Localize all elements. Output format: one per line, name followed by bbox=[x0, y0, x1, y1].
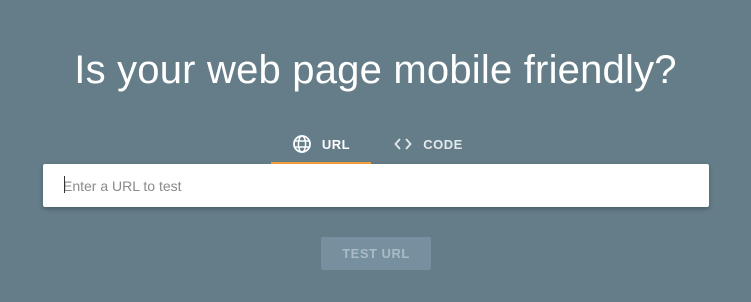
text-caret bbox=[64, 176, 65, 193]
url-input[interactable] bbox=[43, 164, 709, 207]
url-input-container bbox=[43, 164, 709, 207]
input-mode-tabs: URL CODE bbox=[0, 126, 751, 165]
page-title: Is your web page mobile friendly? bbox=[74, 48, 677, 92]
code-icon bbox=[393, 134, 413, 154]
test-url-button[interactable]: TEST URL bbox=[321, 237, 431, 270]
globe-icon bbox=[292, 134, 312, 154]
tab-code[interactable]: CODE bbox=[384, 126, 472, 162]
tab-code-label: CODE bbox=[423, 136, 463, 152]
tab-url-label: URL bbox=[321, 136, 351, 152]
tab-url[interactable]: URL bbox=[271, 126, 371, 165]
